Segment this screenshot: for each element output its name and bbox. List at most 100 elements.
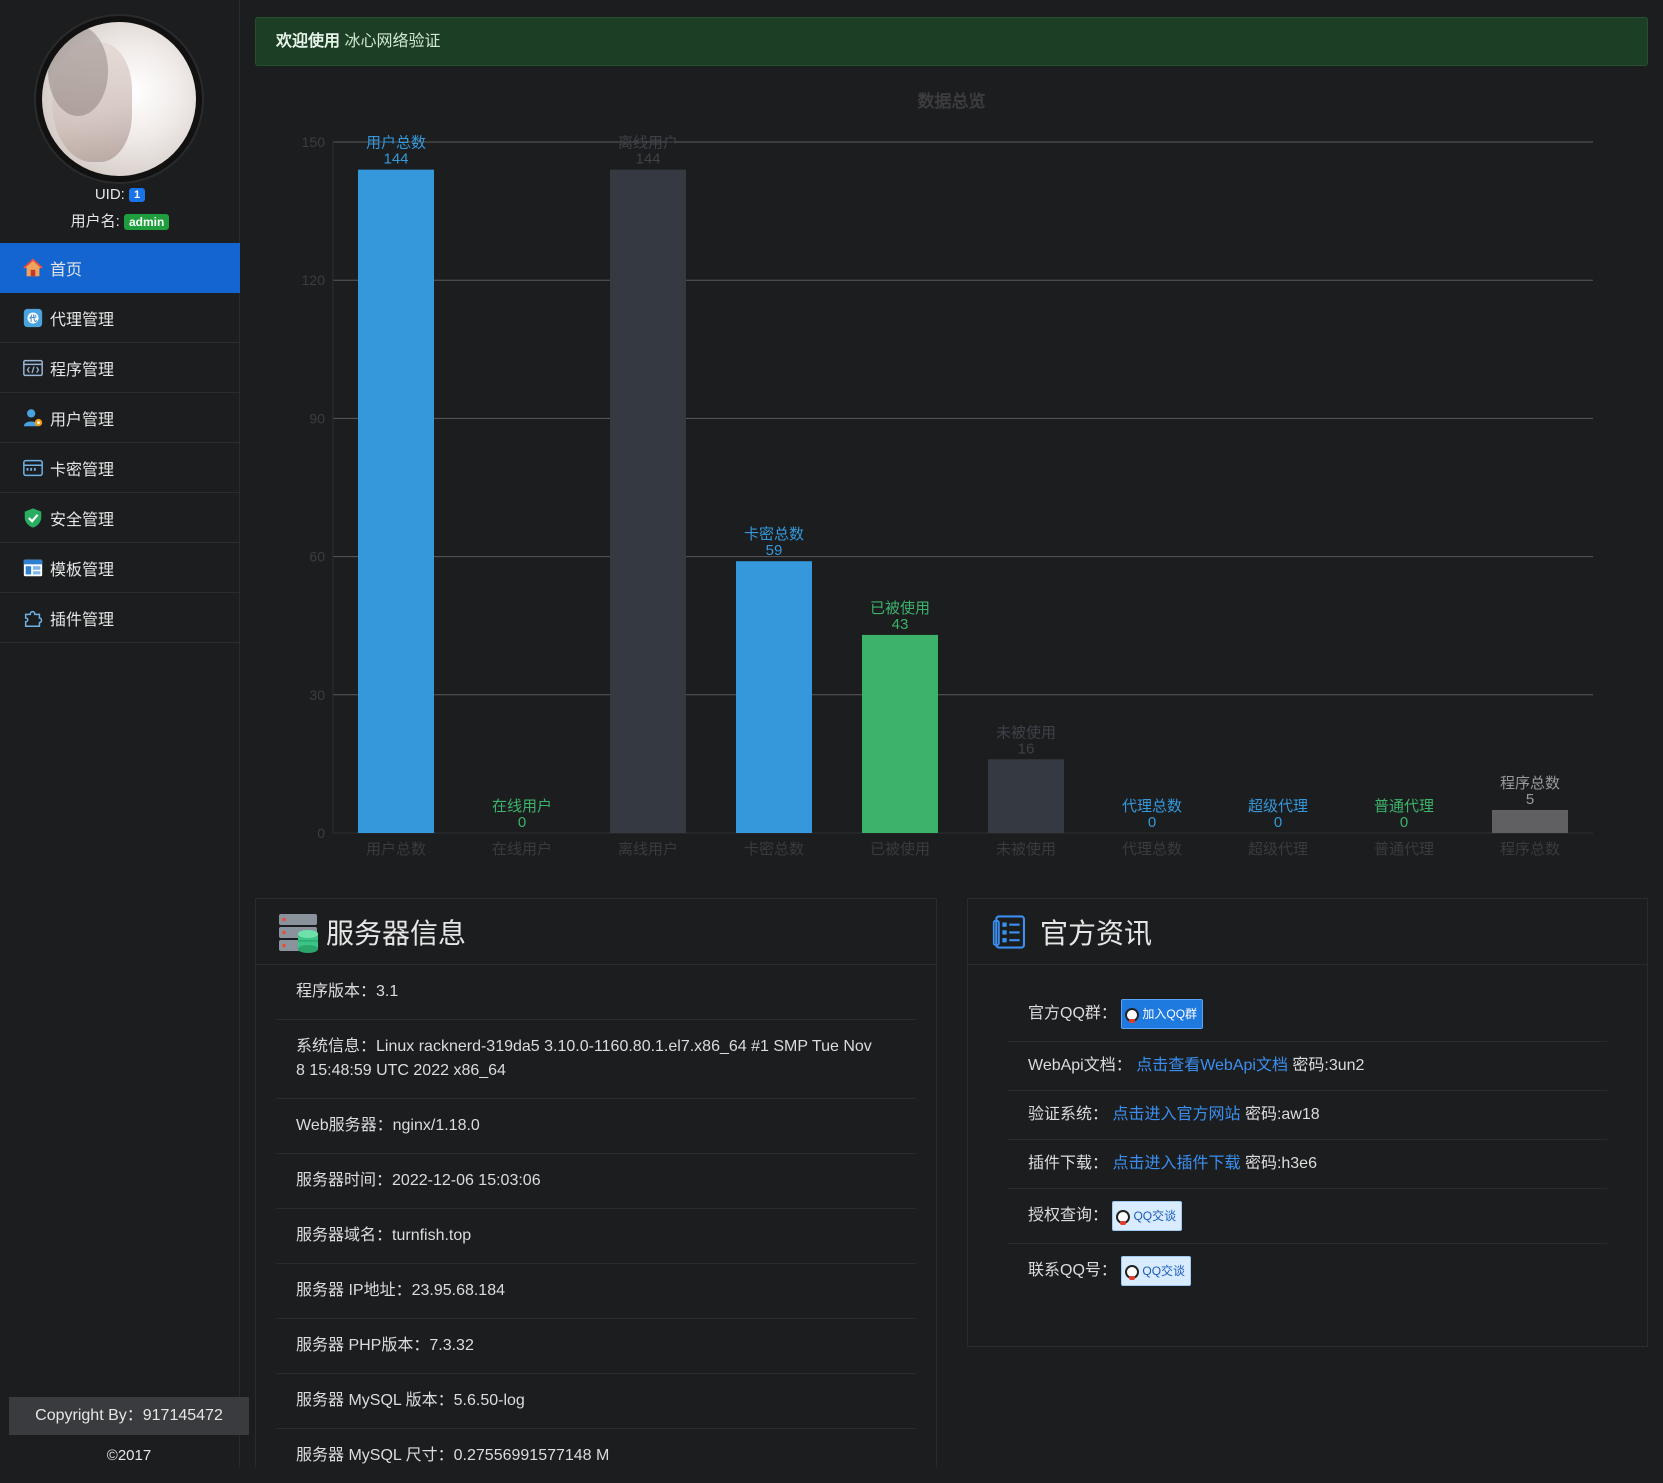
chart-bar xyxy=(736,561,812,833)
join-qq-group-button[interactable]: 加入QQ群 xyxy=(1121,999,1204,1029)
uid-line: UID: 1 xyxy=(0,186,240,203)
info-label: 服务器域名： xyxy=(296,1227,393,1244)
sidebar-item-card[interactable]: 卡密管理 xyxy=(0,443,240,493)
official-site-link[interactable]: 点击进入官方网站 xyxy=(1112,1106,1240,1123)
qq-group-label: 官方QQ群： xyxy=(1028,1005,1117,1023)
info-value: 2022-12-06 15:03:06 xyxy=(392,1172,541,1189)
server-info-panel: 服务器信息 程序版本：3.1 系统信息：Linux racknerd-319da… xyxy=(255,898,937,1467)
y-tick-label: 60 xyxy=(309,549,325,565)
bar-value-label: 0 xyxy=(1400,814,1408,831)
chart-bar xyxy=(358,169,434,833)
official-news-header: 官方资讯 xyxy=(968,899,1647,965)
info-label: 服务器 MySQL 版本： xyxy=(296,1392,454,1409)
chart-bar xyxy=(862,634,938,833)
info-row: 服务器 MySQL 尺寸：0.27556991577148 M xyxy=(276,1429,916,1483)
contact-label: 联系QQ号： xyxy=(1028,1262,1117,1280)
bar-series-label: 程序总数 xyxy=(1500,775,1560,792)
program-icon xyxy=(23,359,43,376)
sidebar-item-user[interactable]: 用户管理 xyxy=(0,393,240,443)
welcome-text: 冰心网络验证 xyxy=(344,33,441,50)
plugin-label: 插件下载： xyxy=(1028,1155,1109,1172)
info-value: 5.6.50-log xyxy=(453,1392,525,1409)
x-tick-label: 普通代理 xyxy=(1374,841,1434,858)
sidebar-item-label: 首页 xyxy=(50,261,83,279)
x-tick-label: 代理总数 xyxy=(1122,841,1182,858)
info-label: 服务器 PHP版本： xyxy=(296,1337,430,1354)
card-icon xyxy=(23,459,43,476)
bar-series-label: 普通代理 xyxy=(1374,798,1434,815)
sidebar-item-agent[interactable]: 代 代理管理 xyxy=(0,293,240,343)
info-row: Web服务器：nginx/1.18.0 xyxy=(276,1099,916,1154)
sidebar-item-label: 程序管理 xyxy=(50,361,115,379)
auth-qq-chat-button[interactable]: QQ交谈 xyxy=(1112,1201,1183,1231)
sidebar-item-home[interactable]: 首页 xyxy=(0,243,240,293)
news-row-contact: 联系QQ号： QQ交谈 xyxy=(1008,1244,1607,1298)
copyright-year: ©2017 xyxy=(106,1447,152,1464)
sidebar-item-template[interactable]: 模板管理 xyxy=(0,543,240,593)
sidebar-item-label: 卡密管理 xyxy=(50,461,115,479)
bar-value-label: 16 xyxy=(1018,740,1035,757)
server-info-title: 服务器信息 xyxy=(326,917,467,949)
bar-value-label: 59 xyxy=(766,542,783,559)
info-value: 7.3.32 xyxy=(429,1337,474,1354)
info-row: 程序版本：3.1 xyxy=(276,965,916,1020)
y-tick-label: 0 xyxy=(317,825,325,841)
chart-bar xyxy=(610,169,686,833)
avatar-frame xyxy=(34,14,204,184)
sidebar: UID: 1 用户名: admin 首页 代 代理管理 程序管理 用户管理 卡密… xyxy=(0,0,249,1467)
sidebar-item-plugin[interactable]: 插件管理 xyxy=(0,593,240,643)
sidebar-item-program[interactable]: 程序管理 xyxy=(0,343,240,393)
bar-value-label: 0 xyxy=(1148,814,1156,831)
x-tick-label: 已被使用 xyxy=(870,841,930,858)
info-row: 服务器 PHP版本：7.3.32 xyxy=(276,1319,916,1374)
x-tick-label: 未被使用 xyxy=(996,841,1056,858)
info-value: 23.95.68.184 xyxy=(411,1282,505,1299)
join-qq-group-label: 加入QQ群 xyxy=(1142,1007,1198,1021)
bar-value-label: 5 xyxy=(1526,791,1534,808)
news-icon xyxy=(992,914,1026,949)
x-tick-label: 卡密总数 xyxy=(744,841,804,858)
plugin-download-link[interactable]: 点击进入插件下载 xyxy=(1112,1155,1240,1172)
info-label: 服务器 IP地址： xyxy=(296,1282,412,1299)
welcome-alert: 欢迎使用 冰心网络验证 xyxy=(255,17,1648,66)
bar-value-label: 144 xyxy=(383,151,408,168)
uid-badge: 1 xyxy=(129,188,146,203)
info-row: 服务器时间：2022-12-06 15:03:06 xyxy=(276,1154,916,1209)
webapi-doc-link[interactable]: 点击查看WebApi文档 xyxy=(1136,1057,1288,1074)
bar-series-label: 用户总数 xyxy=(366,135,426,152)
sidebar-item-label: 代理管理 xyxy=(50,311,115,329)
info-row: 服务器域名：turnfish.top xyxy=(276,1209,916,1264)
agent-icon: 代 xyxy=(23,308,43,327)
y-tick-label: 150 xyxy=(302,134,326,150)
shield-icon xyxy=(24,507,42,528)
svg-text:代: 代 xyxy=(28,314,37,323)
home-icon xyxy=(23,258,43,276)
plugin-icon xyxy=(24,610,43,627)
info-row: 服务器 IP地址：23.95.68.184 xyxy=(276,1264,916,1319)
x-tick-label: 程序总数 xyxy=(1500,841,1560,858)
server-icon xyxy=(279,913,318,953)
copyright: Copyright By：917145472 xyxy=(9,1397,249,1435)
sidebar-item-security[interactable]: 安全管理 xyxy=(0,493,240,543)
info-row: 服务器 MySQL 版本：5.6.50-log xyxy=(276,1374,916,1429)
chart-bar xyxy=(988,759,1064,833)
info-value: 0.27556991577148 M xyxy=(453,1447,610,1464)
info-label: 服务器时间： xyxy=(296,1172,393,1189)
sidebar-item-label: 插件管理 xyxy=(50,611,115,629)
official-news-title: 官方资讯 xyxy=(1040,917,1153,949)
x-tick-label: 离线用户 xyxy=(618,841,678,858)
sidebar-item-label: 安全管理 xyxy=(50,511,115,529)
avatar[interactable] xyxy=(42,22,196,176)
x-tick-label: 超级代理 xyxy=(1248,841,1308,858)
info-label: 服务器 MySQL 尺寸： xyxy=(296,1447,454,1464)
bar-value-label: 0 xyxy=(1274,814,1282,831)
verify-label: 验证系统： xyxy=(1028,1106,1109,1123)
template-icon xyxy=(23,559,43,576)
welcome-strong: 欢迎使用 xyxy=(276,33,341,50)
info-row: 系统信息：Linux racknerd-319da5 3.10.0-1160.8… xyxy=(276,1020,916,1099)
webapi-label: WebApi文档： xyxy=(1028,1057,1132,1074)
contact-qq-chat-button[interactable]: QQ交谈 xyxy=(1121,1256,1192,1286)
uid-label: UID: xyxy=(94,186,125,203)
sidebar-item-label: 用户管理 xyxy=(50,411,115,429)
chart-svg: 0306090120150 用户总数144用户总数在线用户0在线用户离线用户144… xyxy=(302,134,1593,858)
